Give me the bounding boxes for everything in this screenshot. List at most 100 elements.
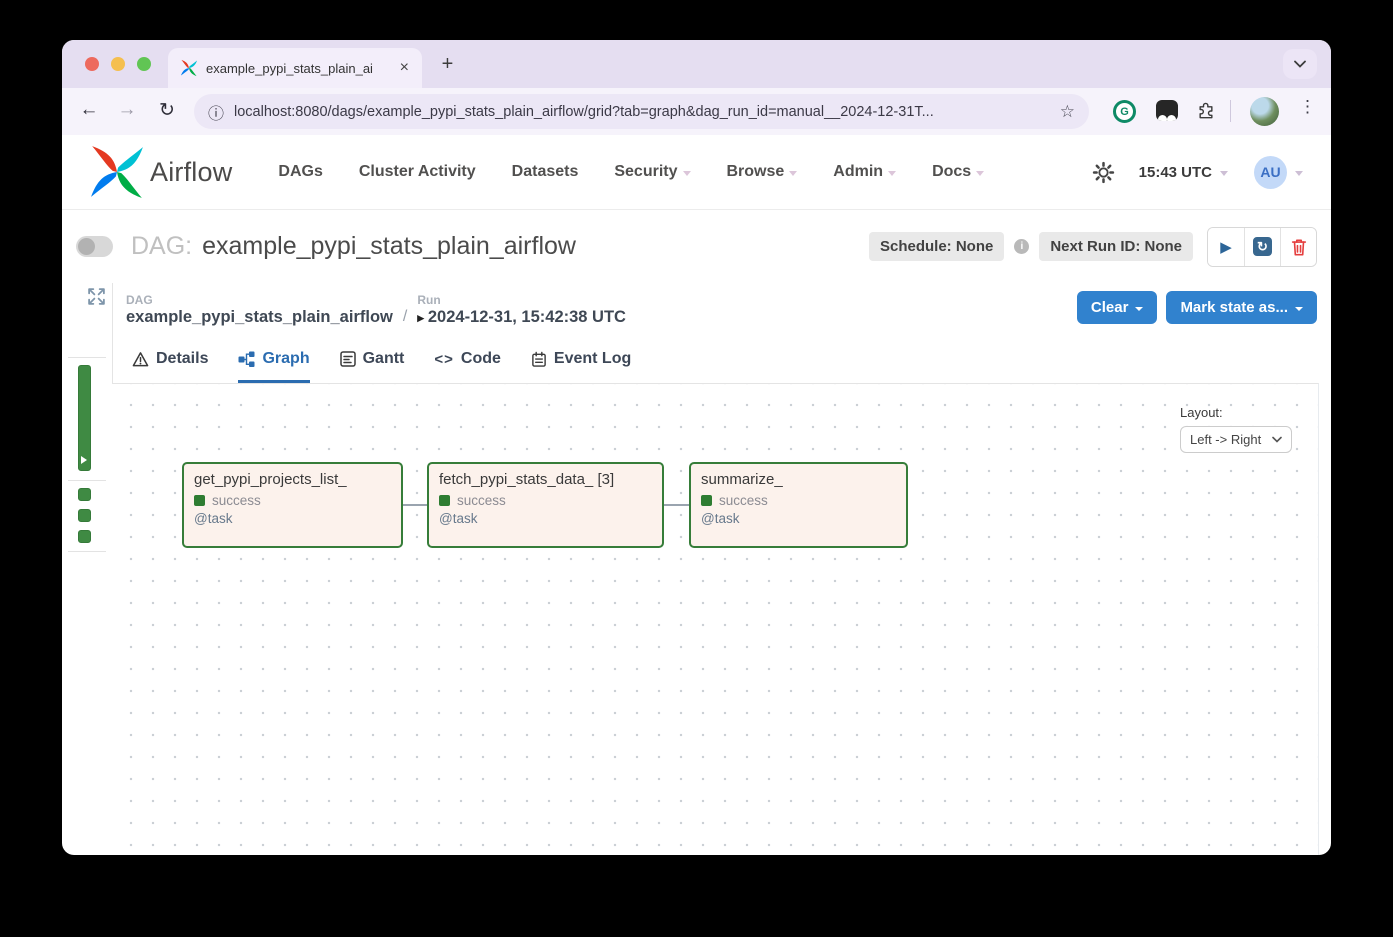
airflow-favicon [180,59,198,77]
task-instance-square[interactable] [78,530,91,543]
nav-item-admin[interactable]: Admin [833,163,897,181]
forward-button[interactable]: → [114,99,140,121]
nav-item-docs[interactable]: Docs [932,163,985,181]
expand-grid-icon[interactable] [87,287,106,311]
address-bar[interactable]: ⓘ localhost:8080/dags/example_pypi_stats… [194,94,1089,129]
zoom-window-button[interactable] [137,57,151,71]
tab-gantt[interactable]: Gantt [339,350,404,383]
delete-dag-button[interactable] [1280,227,1316,266]
nav-item-cluster-activity[interactable]: Cluster Activity [359,163,476,181]
reload-button[interactable]: ↻ [154,99,180,122]
task-title: summarize_ [701,471,783,488]
nav-item-security[interactable]: Security [614,163,691,181]
main-menu: DAGs Cluster Activity Datasets Security … [278,163,985,181]
caret-down-icon [888,170,897,176]
task-node-fetch-pypi-stats-data[interactable]: fetch_pypi_stats_data_ [3] success @task [427,462,664,548]
tab-event-log[interactable]: Event Log [531,350,631,383]
caret-down-icon [1220,170,1228,176]
layout-label: Layout: [1180,405,1223,420]
url-text: localhost:8080/dags/example_pypi_stats_p… [234,103,934,120]
success-status-icon [439,495,450,506]
caret-down-icon [1295,170,1303,176]
layout-select[interactable]: Left -> Right [1180,426,1292,453]
graph-canvas[interactable]: Layout: Left -> Right get_pypi_projects_… [112,383,1319,855]
task-title: fetch_pypi_stats_data_ [3] [439,471,615,488]
dag-header: DAG: example_pypi_stats_plain_airflow Sc… [62,210,1331,283]
tab-details[interactable]: Details [132,350,208,383]
trigger-dag-button[interactable]: ▶ [1208,227,1244,266]
task-node-summarize[interactable]: summarize_ success @task [689,462,908,548]
extensions-puzzle-icon[interactable] [1196,101,1216,126]
info-icon[interactable]: i [1014,239,1030,254]
minimize-window-button[interactable] [111,57,125,71]
dag-action-buttons: ▶ ↻ [1207,226,1317,267]
task-title: get_pypi_projects_list_ [194,471,347,488]
bookmark-star-icon[interactable]: ☆ [1060,102,1075,122]
run-label: Run [417,293,441,307]
caret-down-icon [1295,306,1303,311]
nav-item-browse[interactable]: Browse [727,163,798,181]
new-tab-button[interactable]: + [434,51,461,78]
browser-window: example_pypi_stats_plain_ai × + ← → ↻ ⓘ … [62,40,1331,855]
reparse-icon: ↻ [1253,237,1272,256]
nav-item-dags[interactable]: DAGs [278,163,322,181]
caret-down-icon [976,170,985,176]
run-marker-icon: ▸ [417,310,424,325]
task-instance-square[interactable] [78,509,91,522]
toolbar-divider [1230,100,1231,122]
tab-code[interactable]: <> Code [434,350,501,383]
dag-breadcrumb[interactable]: DAG example_pypi_stats_plain_airflow [126,293,393,327]
run-info-bar: DAG example_pypi_stats_plain_airflow / R… [112,283,1319,337]
task-instance-square[interactable] [78,488,91,501]
dag-header-actions: Schedule: None i Next Run ID: None ▶ ↻ [868,226,1317,267]
next-run-badge: Next Run ID: None [1039,232,1193,261]
clock[interactable]: 15:43 UTC [1139,164,1212,181]
edge-connector [664,504,689,506]
caret-down-icon [1135,306,1144,311]
gear-icon[interactable] [1092,161,1115,184]
nav-item-datasets[interactable]: Datasets [512,163,579,181]
airflow-navbar: Airflow DAGs Cluster Activity Datasets S… [62,135,1331,210]
tab-search-button[interactable] [1283,49,1317,79]
selected-run-marker-icon [81,456,87,464]
schedule-badge: Schedule: None [868,232,1005,261]
gantt-icon [339,351,356,367]
mark-state-button[interactable]: Mark state as... [1166,291,1317,324]
run-breadcrumb[interactable]: Run ▸ 2024-12-31, 15:42:38 UTC [417,293,626,327]
close-window-button[interactable] [85,57,99,71]
dag-title: example_pypi_stats_plain_airflow [202,232,576,260]
task-decorator: @task [701,511,740,526]
layout-control: Layout: Left -> Right [1180,405,1292,453]
grid-divider [68,480,106,481]
event-log-icon [532,351,546,367]
browser-toolbar: ← → ↻ ⓘ localhost:8080/dags/example_pypi… [62,88,1331,135]
edge-connector [403,504,427,506]
caret-down-icon [682,170,691,176]
clear-button[interactable]: Clear [1076,291,1158,324]
task-status: success [719,493,768,508]
airflow-logo-icon [91,146,143,198]
user-avatar[interactable]: AU [1254,155,1287,189]
warning-triangle-icon [132,351,149,366]
browser-tab[interactable]: example_pypi_stats_plain_ai × [168,48,422,88]
chevron-down-icon [1272,436,1282,443]
task-node-get-pypi-projects-list[interactable]: get_pypi_projects_list_ success @task [182,462,403,548]
grid-divider [68,551,106,552]
task-decorator: @task [194,511,233,526]
back-button[interactable]: ← [76,99,102,121]
tab-graph[interactable]: Graph [238,350,310,383]
page-info-icon[interactable]: ⓘ [208,100,224,124]
grammarly-extension-icon[interactable]: G [1113,100,1136,123]
task-decorator: @task [439,511,478,526]
reparse-dag-button[interactable]: ↻ [1244,227,1280,266]
browser-profile-avatar[interactable] [1250,97,1279,126]
dark-extension-icon[interactable] [1156,100,1178,121]
play-icon: ▶ [1220,238,1232,256]
tab-close-icon[interactable]: × [397,59,412,77]
browser-menu-icon[interactable]: ⋮ [1299,97,1316,117]
airflow-brand[interactable]: Airflow [90,145,232,199]
graph-icon [238,351,255,367]
dag-run-bar[interactable] [78,365,91,471]
dag-prefix-label: DAG: [131,232,193,260]
dag-pause-toggle[interactable] [76,236,113,257]
